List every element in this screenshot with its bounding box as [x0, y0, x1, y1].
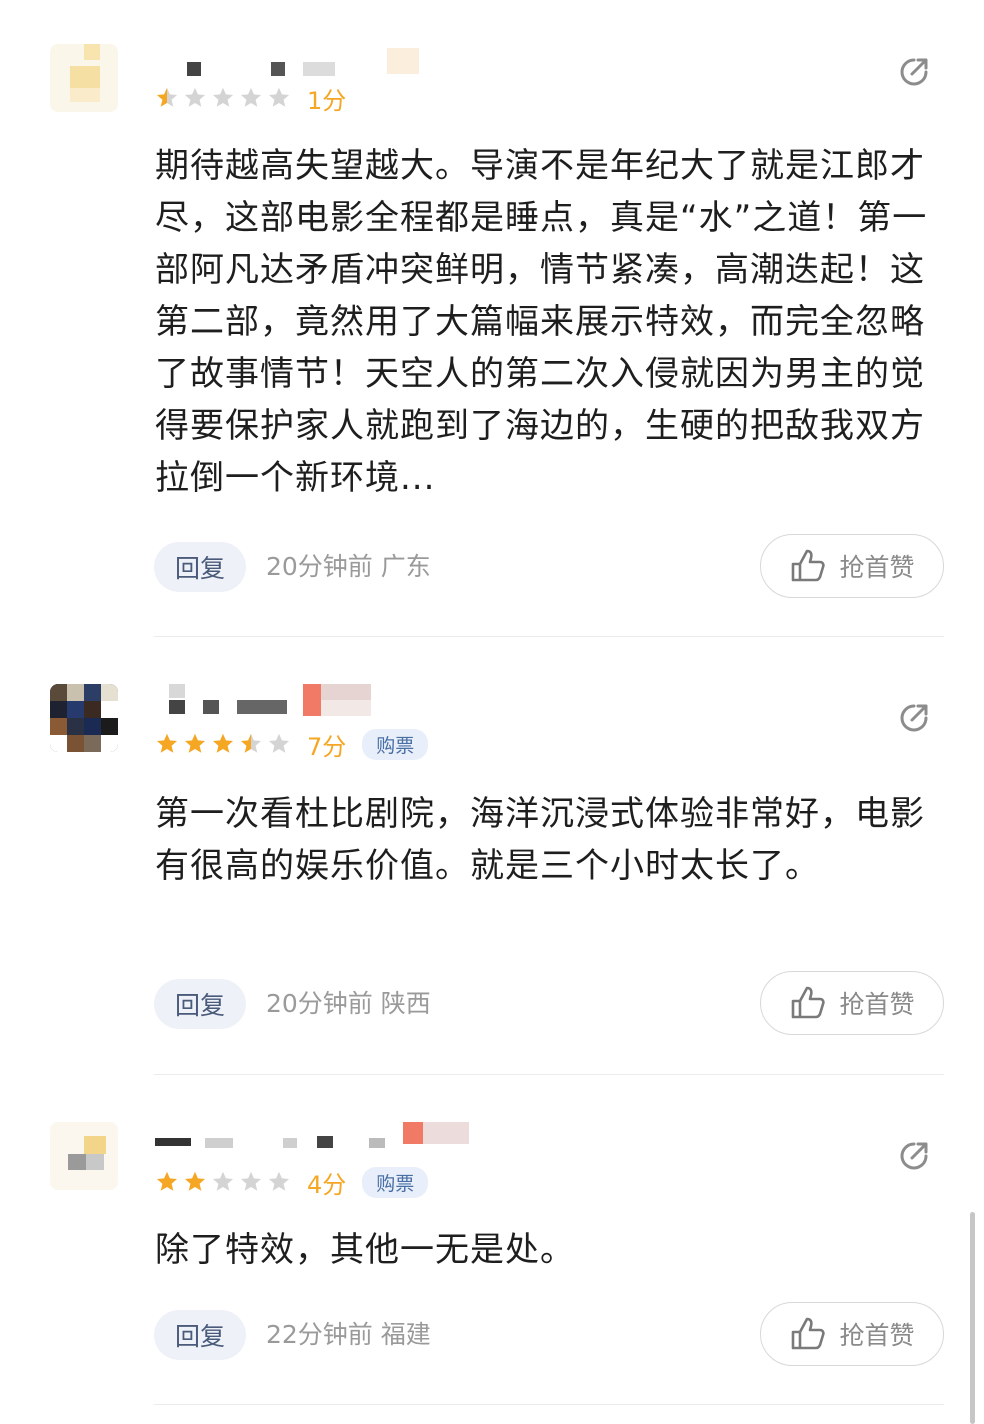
like-label: 抢首赞	[839, 553, 915, 582]
divider	[154, 636, 944, 637]
star-filled-icon	[157, 733, 177, 753]
timestamp: 20分钟前	[266, 989, 373, 1018]
star-filled-icon	[157, 1171, 177, 1191]
star-empty-icon	[241, 87, 261, 107]
comment-meta: 20分钟前 陕西	[266, 979, 431, 1029]
rating-row: 1分	[155, 82, 347, 115]
divider	[154, 1404, 944, 1405]
region: 福建	[380, 1320, 431, 1349]
star-empty-icon	[269, 1171, 289, 1191]
ticket-badge: 购票	[362, 1166, 429, 1198]
star-empty-icon	[269, 733, 289, 753]
star-rating	[155, 86, 295, 110]
star-filled-icon	[185, 733, 205, 753]
reply-button[interactable]: 回复	[154, 542, 246, 592]
scrollbar[interactable]	[970, 1212, 975, 1424]
ticket-badge: 购票	[362, 728, 429, 760]
username-blurred	[155, 1122, 485, 1152]
comment-meta: 22分钟前 福建	[266, 1310, 431, 1360]
like-button[interactable]: 抢首赞	[760, 1302, 944, 1366]
reply-button[interactable]: 回复	[154, 979, 246, 1029]
star-half-icon	[157, 87, 177, 107]
comment-text: 第一次看杜比剧院，海洋沉浸式体验非常好，电影有很高的娱乐价值。就是三个小时太长了…	[155, 794, 925, 886]
divider	[154, 1074, 944, 1075]
timestamp: 20分钟前	[266, 552, 373, 581]
avatar[interactable]	[50, 1122, 118, 1190]
star-empty-icon	[213, 87, 233, 107]
like-label: 抢首赞	[839, 990, 915, 1019]
share-icon[interactable]	[896, 698, 934, 736]
thumbs-up-icon	[792, 549, 826, 582]
star-rating	[155, 732, 295, 756]
star-empty-icon	[213, 1171, 233, 1191]
share-icon[interactable]	[896, 1136, 934, 1174]
rating-row: 7分 购票	[155, 728, 429, 761]
username-blurred	[155, 684, 485, 716]
avatar[interactable]	[50, 684, 118, 752]
comment-text: 期待越高失望越大。导演不是年纪大了就是江郎才尽，这部电影全程都是睡点，真是“水”…	[155, 146, 928, 498]
like-label: 抢首赞	[839, 1321, 915, 1350]
comment-text: 除了特效，其他一无是处。	[155, 1230, 575, 1270]
score: 7分	[307, 732, 347, 761]
star-filled-icon	[213, 733, 233, 753]
share-icon[interactable]	[896, 52, 934, 90]
thumbs-up-icon	[792, 1317, 826, 1350]
star-empty-icon	[241, 1171, 261, 1191]
star-rating	[155, 1170, 295, 1194]
score: 1分	[307, 86, 347, 115]
like-button[interactable]: 抢首赞	[760, 534, 944, 598]
like-button[interactable]: 抢首赞	[760, 971, 944, 1035]
avatar[interactable]	[50, 44, 118, 112]
rating-row: 4分 购票	[155, 1166, 429, 1199]
region: 广东	[380, 552, 431, 581]
region: 陕西	[380, 989, 431, 1018]
star-empty-icon	[269, 87, 289, 107]
reply-button[interactable]: 回复	[154, 1310, 246, 1360]
star-half-icon	[241, 733, 261, 753]
star-empty-icon	[185, 87, 205, 107]
score: 4分	[307, 1170, 347, 1199]
star-filled-icon	[185, 1171, 205, 1191]
thumbs-up-icon	[792, 986, 826, 1019]
timestamp: 22分钟前	[266, 1320, 373, 1349]
comment-meta: 20分钟前 广东	[266, 542, 431, 592]
